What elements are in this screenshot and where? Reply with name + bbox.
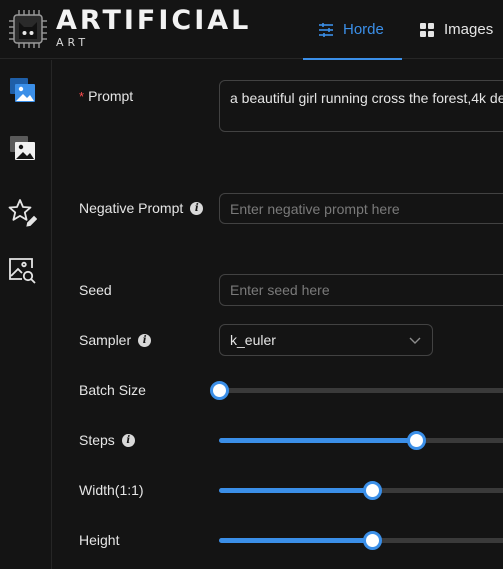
image-gallery-icon bbox=[10, 136, 35, 160]
slider-track bbox=[219, 438, 416, 443]
image-generate-icon bbox=[10, 78, 35, 102]
info-icon[interactable]: i bbox=[138, 333, 152, 347]
negative-prompt-input[interactable]: Enter negative prompt here bbox=[219, 193, 503, 224]
height-label: Height bbox=[79, 532, 119, 548]
seed-placeholder: Enter seed here bbox=[230, 282, 330, 298]
tab-images-label: Images bbox=[444, 21, 494, 38]
tab-images[interactable]: Images bbox=[418, 0, 493, 59]
negative-prompt-label: Negative Prompt i bbox=[79, 200, 204, 216]
tab-horde-label: Horde bbox=[343, 21, 384, 38]
prompt-value: a beautiful girl running cross the fores… bbox=[230, 90, 503, 106]
negative-prompt-label-text: Negative Prompt bbox=[79, 200, 184, 216]
slider-handle[interactable] bbox=[363, 531, 382, 550]
width-label: Width(1:1) bbox=[79, 482, 144, 498]
grid-icon bbox=[420, 22, 434, 37]
slider-track bbox=[219, 538, 372, 543]
seed-input[interactable]: Enter seed here bbox=[219, 274, 503, 306]
height-label-text: Height bbox=[79, 532, 120, 548]
batch-size-label-text: Batch Size bbox=[79, 382, 146, 398]
sampler-value: k_euler bbox=[230, 332, 276, 348]
batch-size-slider[interactable] bbox=[210, 380, 503, 400]
slider-handle[interactable] bbox=[210, 381, 229, 400]
steps-label: Steps i bbox=[79, 432, 135, 448]
slider-rail bbox=[219, 388, 503, 393]
width-label-text: Width(1:1) bbox=[79, 482, 144, 498]
sampler-label-text: Sampler bbox=[79, 332, 132, 348]
cat-chip-logo-icon bbox=[9, 10, 47, 48]
sampler-select[interactable]: k_euler bbox=[219, 324, 433, 356]
slider-track bbox=[219, 488, 372, 493]
seed-label: Seed bbox=[79, 282, 112, 298]
sidebar-item-search[interactable] bbox=[4, 252, 40, 288]
sidebar bbox=[0, 60, 52, 569]
sliders-icon bbox=[319, 22, 333, 37]
slider-handle[interactable] bbox=[363, 481, 382, 500]
prompt-label-text: Prompt bbox=[88, 88, 134, 104]
width-slider[interactable] bbox=[219, 480, 503, 500]
sidebar-item-generate[interactable] bbox=[4, 72, 40, 108]
slider-handle[interactable] bbox=[406, 431, 426, 450]
batch-size-label: Batch Size bbox=[79, 382, 146, 398]
steps-label-text: Steps bbox=[79, 432, 115, 448]
tab-horde[interactable]: Horde bbox=[303, 0, 402, 60]
info-icon[interactable]: i bbox=[121, 433, 135, 447]
required-mark: * bbox=[79, 88, 85, 104]
height-slider[interactable] bbox=[219, 530, 503, 550]
negative-prompt-placeholder: Enter negative prompt here bbox=[230, 200, 400, 217]
brand-subtitle: ART bbox=[56, 36, 90, 49]
prompt-textarea[interactable]: a beautiful girl running cross the fores… bbox=[219, 80, 503, 132]
sidebar-item-favorites[interactable] bbox=[4, 194, 40, 230]
chevron-down-icon bbox=[409, 337, 421, 344]
prompt-label: * Prompt bbox=[79, 88, 133, 104]
seed-label-text: Seed bbox=[79, 282, 112, 298]
image-search-icon bbox=[9, 258, 36, 284]
top-bar: ARTIFICIAL ART Horde Images bbox=[0, 0, 503, 60]
star-edit-icon bbox=[8, 199, 37, 227]
brand-title: ARTIFICIAL bbox=[56, 5, 252, 36]
info-icon[interactable]: i bbox=[190, 201, 204, 215]
sidebar-item-gallery[interactable] bbox=[4, 130, 40, 166]
steps-slider[interactable] bbox=[219, 430, 503, 450]
sampler-label: Sampler i bbox=[79, 332, 152, 348]
